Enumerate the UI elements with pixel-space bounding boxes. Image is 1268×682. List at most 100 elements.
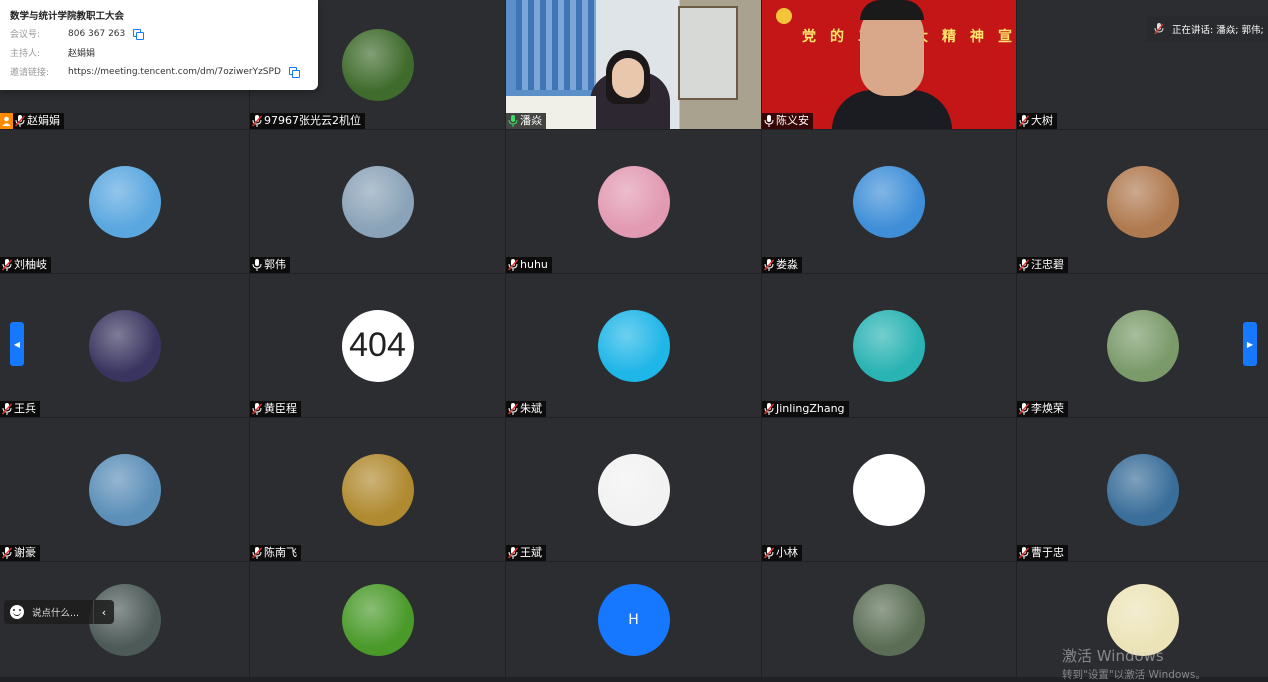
participant-name: JinlingZhang xyxy=(776,402,845,415)
participant-tile[interactable]: 陈南飞 xyxy=(250,418,505,561)
windows-activation-watermark: 激活 Windows 转到"设置"以激活 Windows。 xyxy=(1062,645,1206,682)
mic-muted-icon xyxy=(764,547,774,559)
mic-muted-icon xyxy=(508,547,518,559)
arrow-right-icon: ▶ xyxy=(1246,339,1254,349)
avatar-initials: H xyxy=(628,611,639,628)
participant-name-label: 李焕荣 xyxy=(1017,401,1068,417)
mic-muted-icon xyxy=(764,259,774,271)
participant-name: 娄淼 xyxy=(776,258,798,271)
host-value: 赵娟娟 xyxy=(68,49,96,59)
copy-invite-link-icon[interactable] xyxy=(288,67,300,78)
participant-name-label: JinlingZhang xyxy=(762,401,849,417)
participant-tile[interactable]: 朱斌 xyxy=(506,274,761,417)
participant-name-label: 赵娟娟 xyxy=(0,113,64,129)
participant-tile[interactable]: 王斌 xyxy=(506,418,761,561)
participant-name: 李焕荣 xyxy=(1031,402,1064,415)
participant-grid: 赵娟娟97967张光云2机位潘焱党的二十大精神宣讲陈义安大树刘柚岐郭伟huhu娄… xyxy=(0,0,1268,677)
mic-muted-icon xyxy=(15,115,25,127)
participant-name-label: 娄淼 xyxy=(762,257,802,273)
participant-name: 97967张光云2机位 xyxy=(264,114,361,127)
participant-name-label: 潘焱 xyxy=(506,113,546,129)
meeting-info-card: 数学与统计学院教职工大会 会议号: 806 367 263 主持人: 赵娟娟 邀… xyxy=(0,0,318,90)
mountain-lake-avatar xyxy=(88,453,161,526)
participant-tile[interactable]: 404 黄臣程 xyxy=(250,274,505,417)
next-page-button[interactable]: ▶ xyxy=(1243,322,1257,366)
mic-muted-icon xyxy=(2,259,12,271)
participant-name: 郭伟 xyxy=(264,258,286,271)
child-portrait-avatar xyxy=(1106,165,1179,238)
two-children-avatar xyxy=(1106,309,1179,382)
participant-tile[interactable]: 小林 xyxy=(762,418,1016,561)
participant-tile[interactable]: JinlingZhang xyxy=(762,274,1016,417)
avatar-initials: 404 xyxy=(349,326,406,364)
mic-on-icon xyxy=(252,259,262,271)
speaking-indicator: 正在讲话: 潘焱; 郭伟; xyxy=(1146,16,1268,42)
daisy-sky-avatar xyxy=(853,165,925,238)
woman-office-video xyxy=(506,0,761,129)
emoji-icon[interactable] xyxy=(10,605,24,619)
participant-name: 陈南飞 xyxy=(264,546,297,559)
participant-tile[interactable]: 党的二十大精神宣讲陈义安 xyxy=(762,0,1016,129)
invite-link-label: 邀请链接: xyxy=(10,68,50,78)
participant-tile[interactable]: 谢豪 xyxy=(0,418,249,561)
mountain-lake-avatar xyxy=(341,165,414,238)
participant-tile[interactable]: 刘柚岐 xyxy=(0,130,249,273)
participant-tile[interactable]: H xyxy=(506,562,761,677)
cabinet xyxy=(678,6,738,100)
meeting-id-row: 会议号: 806 367 263 xyxy=(10,27,145,40)
invite-link-value[interactable]: https://meeting.tencent.com/dm/7oziwerYz… xyxy=(68,67,281,77)
participant-name: 汪忠碧 xyxy=(1031,258,1064,271)
participant-tile[interactable]: 曹于忠 xyxy=(1017,418,1268,561)
participant-name: huhu xyxy=(520,258,548,271)
participant-name-label: 谢豪 xyxy=(0,545,40,561)
participant-tile[interactable]: 潘焱 xyxy=(506,0,761,129)
participant-name: 黄臣程 xyxy=(264,402,297,415)
mic-muted-icon xyxy=(252,403,262,415)
mic-muted-icon xyxy=(1019,547,1029,559)
participant-name-label: 曹于忠 xyxy=(1017,545,1068,561)
participant-name: 陈义安 xyxy=(776,114,809,127)
chat-input-box[interactable]: 说点什么... ‹ xyxy=(4,600,114,624)
participant-name: 王斌 xyxy=(520,546,542,559)
participant-tile[interactable]: 娄淼 xyxy=(762,130,1016,273)
copy-meeting-id-icon[interactable] xyxy=(133,29,145,40)
participant-tile[interactable]: 李焕荣 xyxy=(1017,274,1268,417)
participant-name: 王兵 xyxy=(14,402,36,415)
meeting-title: 数学与统计学院教职工大会 xyxy=(10,11,125,22)
mic-muted-icon xyxy=(2,547,12,559)
participant-name-label: 王兵 xyxy=(0,401,40,417)
mic-muted-icon xyxy=(2,403,12,415)
blue-sky-cloud-avatar xyxy=(88,165,161,238)
mic-on-icon xyxy=(764,115,774,127)
participant-tile[interactable]: 王兵 xyxy=(0,274,249,417)
young-man-avatar xyxy=(597,309,670,382)
flower-bouquet-avatar xyxy=(597,165,670,238)
participant-name-label: 陈义安 xyxy=(762,113,813,129)
chat-placeholder[interactable]: 说点什么... xyxy=(32,605,79,619)
autumn-trees-avatar xyxy=(341,453,414,526)
sketch-face-avatar xyxy=(853,453,925,526)
participant-name-label: 郭伟 xyxy=(250,257,290,273)
collapse-chat-button[interactable]: ‹ xyxy=(93,600,114,624)
participant-name-label: 陈南飞 xyxy=(250,545,301,561)
night-child-avatar xyxy=(88,309,161,382)
participant-name: 朱斌 xyxy=(520,402,542,415)
vintage-car-sketch-avatar xyxy=(597,453,670,526)
participant-tile[interactable] xyxy=(250,562,505,677)
participant-tile[interactable]: huhu xyxy=(506,130,761,273)
party-emblem-icon xyxy=(776,8,792,24)
man-red-banner-video: 党的二十大精神宣讲 xyxy=(762,0,1016,129)
participant-name: 曹于忠 xyxy=(1031,546,1064,559)
participant-name-label: huhu xyxy=(506,257,552,273)
participant-tile[interactable]: 汪忠碧 xyxy=(1017,130,1268,273)
speaking-text: 正在讲话: 潘焱; 郭伟; xyxy=(1172,25,1264,36)
host-icon xyxy=(0,113,13,129)
participant-tile[interactable]: 郭伟 xyxy=(250,130,505,273)
avatar-text: H xyxy=(597,583,670,656)
mic-muted-icon xyxy=(252,547,262,559)
participant-name-label: 朱斌 xyxy=(506,401,546,417)
prev-page-button[interactable]: ◀ xyxy=(10,322,24,366)
participant-tile[interactable] xyxy=(762,562,1016,677)
invite-link-row: 邀请链接: https://meeting.tencent.com/dm/7oz… xyxy=(10,65,300,78)
participant-name: 小林 xyxy=(776,546,798,559)
